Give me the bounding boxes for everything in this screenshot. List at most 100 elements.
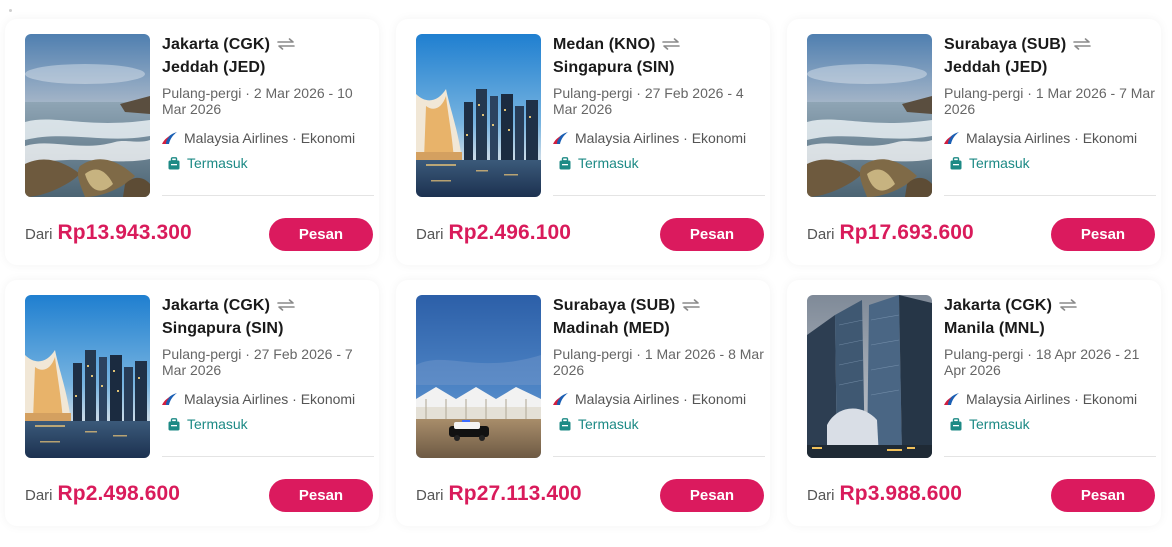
divider	[553, 195, 765, 196]
destination-image[interactable]	[416, 295, 541, 458]
flight-deal-card[interactable]: Surabaya (SUB) Madinah (MED) Pulang-perg…	[396, 280, 770, 526]
trip-dates: Pulang-pergi · 1 Mar 2026 - 8 Mar 2026	[553, 346, 764, 378]
book-button[interactable]: Pesan	[1051, 479, 1155, 512]
route-destination: Manila (MNL)	[944, 320, 1045, 337]
baggage-icon	[168, 417, 180, 431]
flight-deal-card[interactable]: Surabaya (SUB) Jeddah (JED) Pulang-pergi…	[787, 19, 1161, 265]
malaysia-airlines-logo-icon	[553, 131, 569, 145]
route-destination: Singapura (SIN)	[162, 320, 284, 337]
price-from-label: Dari	[416, 487, 444, 504]
origin-label: Jakarta (CGK)	[162, 36, 271, 53]
destination-image[interactable]	[25, 34, 150, 197]
baggage-label: Termasuk	[187, 416, 248, 432]
flight-deal-card[interactable]: Medan (KNO) Singapura (SIN) Pulang-pergi…	[396, 19, 770, 265]
price-row: Dari Rp27.113.400	[416, 482, 582, 506]
round-trip-icon	[681, 295, 701, 311]
baggage-row: Termasuk	[162, 416, 374, 432]
baggage-label: Termasuk	[578, 155, 639, 171]
book-button[interactable]: Pesan	[269, 218, 373, 251]
destination-image[interactable]	[416, 34, 541, 197]
decorative-dot	[9, 9, 12, 12]
baggage-label: Termasuk	[578, 416, 639, 432]
price-from-label: Dari	[416, 226, 444, 243]
price-amount: Rp2.498.600	[57, 482, 181, 505]
flight-deals-grid: Jakarta (CGK) Jeddah (JED) Pulang-pergi …	[0, 0, 1172, 547]
route-origin: Surabaya (SUB)	[944, 33, 1156, 56]
trip-dates: Pulang-pergi · 1 Mar 2026 - 7 Mar 2026	[944, 85, 1155, 117]
baggage-label: Termasuk	[969, 416, 1030, 432]
flight-info: Jakarta (CGK) Manila (MNL) Pulang-pergi …	[944, 294, 1156, 432]
destination-image[interactable]	[807, 295, 932, 458]
flight-deal-card[interactable]: Jakarta (CGK) Singapura (SIN) Pulang-per…	[5, 280, 379, 526]
round-trip-icon	[276, 295, 296, 311]
divider	[944, 456, 1156, 457]
airline-cabin-label: Malaysia Airlines · Ekonomi	[575, 130, 747, 146]
destination-image[interactable]	[25, 295, 150, 458]
route-origin: Jakarta (CGK)	[162, 294, 374, 317]
origin-label: Medan (KNO)	[553, 36, 656, 53]
baggage-label: Termasuk	[187, 155, 248, 171]
flight-info: Jakarta (CGK) Singapura (SIN) Pulang-per…	[162, 294, 374, 432]
round-trip-icon	[1072, 34, 1092, 50]
route-origin: Medan (KNO)	[553, 33, 765, 56]
round-trip-icon	[1058, 295, 1078, 311]
origin-label: Surabaya (SUB)	[553, 297, 676, 314]
price-amount: Rp3.988.600	[839, 482, 963, 505]
divider	[944, 195, 1156, 196]
baggage-icon	[950, 156, 962, 170]
airline-row: Malaysia Airlines · Ekonomi	[944, 130, 1156, 146]
route-destination: Jeddah (JED)	[944, 59, 1048, 76]
route-origin: Jakarta (CGK)	[944, 294, 1156, 317]
airline-row: Malaysia Airlines · Ekonomi	[553, 130, 765, 146]
book-button[interactable]: Pesan	[660, 218, 764, 251]
divider	[162, 195, 374, 196]
flight-deal-card[interactable]: Jakarta (CGK) Manila (MNL) Pulang-pergi …	[787, 280, 1161, 526]
baggage-row: Termasuk	[944, 155, 1156, 171]
price-amount: Rp17.693.600	[839, 221, 974, 244]
malaysia-airlines-logo-icon	[162, 392, 178, 406]
route-origin: Surabaya (SUB)	[553, 294, 765, 317]
airline-row: Malaysia Airlines · Ekonomi	[162, 391, 374, 407]
airline-cabin-label: Malaysia Airlines · Ekonomi	[575, 391, 747, 407]
divider	[162, 456, 374, 457]
round-trip-icon	[276, 34, 296, 50]
airline-cabin-label: Malaysia Airlines · Ekonomi	[966, 391, 1138, 407]
origin-label: Surabaya (SUB)	[944, 36, 1067, 53]
price-amount: Rp2.496.100	[448, 221, 572, 244]
destination-image[interactable]	[807, 34, 932, 197]
price-from-label: Dari	[807, 487, 835, 504]
airline-cabin-label: Malaysia Airlines · Ekonomi	[184, 130, 356, 146]
divider	[553, 456, 765, 457]
malaysia-airlines-logo-icon	[944, 392, 960, 406]
airline-row: Malaysia Airlines · Ekonomi	[162, 130, 374, 146]
baggage-icon	[559, 417, 571, 431]
trip-dates: Pulang-pergi · 2 Mar 2026 - 10 Mar 2026	[162, 85, 353, 117]
trip-dates: Pulang-pergi · 27 Feb 2026 - 7 Mar 2026	[162, 346, 353, 378]
flight-info: Surabaya (SUB) Madinah (MED) Pulang-perg…	[553, 294, 765, 432]
book-button[interactable]: Pesan	[269, 479, 373, 512]
flight-info: Jakarta (CGK) Jeddah (JED) Pulang-pergi …	[162, 33, 374, 171]
route-origin: Jakarta (CGK)	[162, 33, 374, 56]
price-from-label: Dari	[25, 226, 53, 243]
trip-dates: Pulang-pergi · 18 Apr 2026 - 21 Apr 2026	[944, 346, 1140, 378]
airline-cabin-label: Malaysia Airlines · Ekonomi	[966, 130, 1138, 146]
price-row: Dari Rp2.496.100	[416, 221, 571, 245]
malaysia-airlines-logo-icon	[553, 392, 569, 406]
book-button[interactable]: Pesan	[1051, 218, 1155, 251]
airline-row: Malaysia Airlines · Ekonomi	[553, 391, 765, 407]
route-destination: Madinah (MED)	[553, 320, 670, 337]
flight-info: Surabaya (SUB) Jeddah (JED) Pulang-pergi…	[944, 33, 1156, 171]
flight-info: Medan (KNO) Singapura (SIN) Pulang-pergi…	[553, 33, 765, 171]
origin-label: Jakarta (CGK)	[162, 297, 271, 314]
round-trip-icon	[661, 34, 681, 50]
price-row: Dari Rp13.943.300	[25, 221, 192, 245]
malaysia-airlines-logo-icon	[944, 131, 960, 145]
flight-deal-card[interactable]: Jakarta (CGK) Jeddah (JED) Pulang-pergi …	[5, 19, 379, 265]
route-destination: Jeddah (JED)	[162, 59, 266, 76]
price-from-label: Dari	[807, 226, 835, 243]
price-row: Dari Rp2.498.600	[25, 482, 180, 506]
book-button[interactable]: Pesan	[660, 479, 764, 512]
price-amount: Rp27.113.400	[448, 482, 582, 505]
baggage-label: Termasuk	[969, 155, 1030, 171]
baggage-icon	[559, 156, 571, 170]
